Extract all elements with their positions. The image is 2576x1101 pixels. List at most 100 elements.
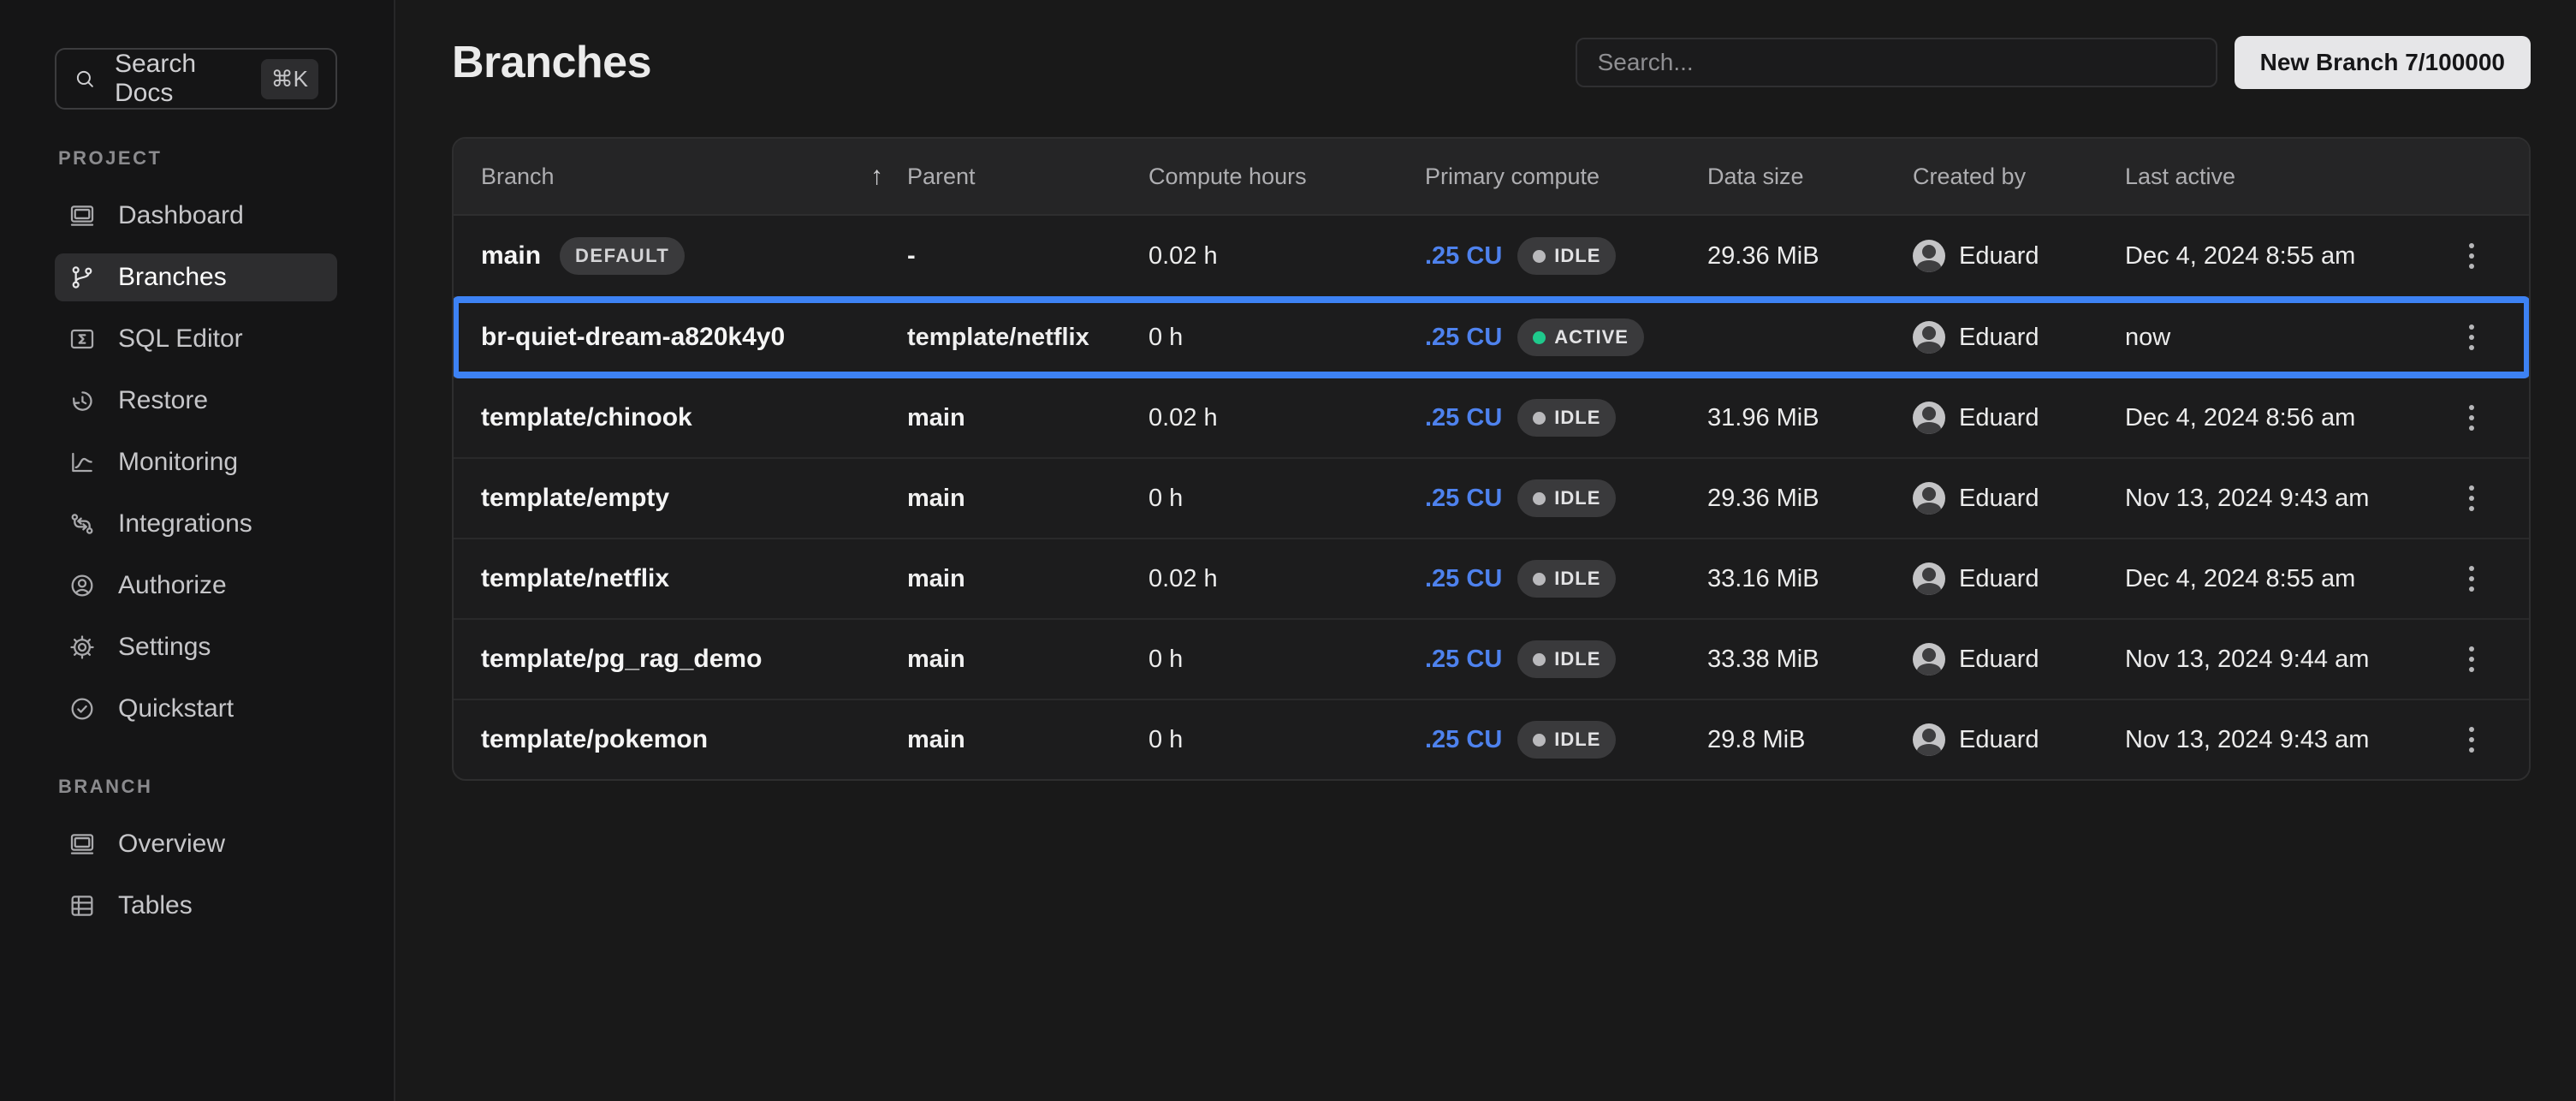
sidebar-item-integrations[interactable]: Integrations xyxy=(55,500,337,548)
kebab-menu-icon[interactable] xyxy=(2462,236,2481,276)
column-header-compute-hours[interactable]: Compute hours xyxy=(1149,164,1425,190)
data-size: 29.36 MiB xyxy=(1707,485,1913,513)
table-row[interactable]: template/pg_rag_demo main 0 h .25 CU IDL… xyxy=(454,618,2529,699)
kebab-menu-icon[interactable] xyxy=(2462,559,2481,598)
compute-hours: 0.02 h xyxy=(1149,242,1425,271)
sidebar-item-label: Overview xyxy=(118,830,225,859)
table-row[interactable]: template/empty main 0 h .25 CU IDLE 29.3… xyxy=(454,457,2529,538)
git-branch-icon xyxy=(68,264,96,291)
sidebar-item-label: Restore xyxy=(118,386,208,415)
status-label: IDLE xyxy=(1554,407,1600,429)
sidebar-item-label: Branches xyxy=(118,263,227,292)
created-by: Eduard xyxy=(1959,485,2039,513)
status-dot-icon xyxy=(1533,331,1546,344)
table-row[interactable]: br-quiet-dream-a820k4y0 template/netflix… xyxy=(454,296,2529,377)
avatar xyxy=(1913,723,1945,756)
column-header-parent[interactable]: Parent xyxy=(907,164,1149,190)
table-row[interactable]: main DEFAULT - 0.02 h .25 CU IDLE 29.36 … xyxy=(454,216,2529,296)
avatar xyxy=(1913,321,1945,354)
kebab-menu-icon[interactable] xyxy=(2462,640,2481,679)
sidebar-item-tables[interactable]: Tables xyxy=(55,882,337,930)
created-by: Eduard xyxy=(1959,242,2039,271)
table-row[interactable]: template/chinook main 0.02 h .25 CU IDLE… xyxy=(454,377,2529,457)
history-clock-icon xyxy=(68,387,96,414)
status-badge: IDLE xyxy=(1517,721,1616,759)
gear-icon xyxy=(68,634,96,661)
main-content: Branches New Branch 7/100000 Branch ↑ Pa… xyxy=(395,0,2576,1101)
status-badge: IDLE xyxy=(1517,640,1616,678)
kebab-menu-icon[interactable] xyxy=(2462,318,2481,357)
new-branch-button[interactable]: New Branch 7/100000 xyxy=(2235,36,2531,89)
status-label: IDLE xyxy=(1554,568,1600,590)
search-docs-shortcut: ⌘K xyxy=(261,59,318,99)
compute-size-link[interactable]: .25 CU xyxy=(1425,726,1502,754)
compute-hours: 0 h xyxy=(1149,726,1425,754)
last-active: Nov 13, 2024 9:43 am xyxy=(2125,726,2442,754)
created-by: Eduard xyxy=(1959,324,2039,352)
column-header-created-by[interactable]: Created by xyxy=(1913,164,2125,190)
sidebar-item-settings[interactable]: Settings xyxy=(55,623,337,671)
sidebar-item-sql-editor[interactable]: SQL Editor xyxy=(55,315,337,363)
parent-branch: - xyxy=(907,242,1149,271)
sidebar-item-label: Authorize xyxy=(118,571,227,600)
search-docs-button[interactable]: Search Docs ⌘K xyxy=(55,48,337,110)
status-badge: IDLE xyxy=(1517,237,1616,275)
sidebar-item-quickstart[interactable]: Quickstart xyxy=(55,685,337,733)
sql-editor-icon xyxy=(68,325,96,353)
avatar xyxy=(1913,562,1945,595)
status-badge: IDLE xyxy=(1517,479,1616,517)
compute-size-link[interactable]: .25 CU xyxy=(1425,565,1502,593)
dashboard-icon xyxy=(68,202,96,229)
compute-hours: 0.02 h xyxy=(1149,404,1425,432)
column-header-primary-compute[interactable]: Primary compute xyxy=(1425,164,1707,190)
branch-name: template/empty xyxy=(481,484,669,513)
sort-ascending-icon[interactable]: ↑ xyxy=(870,162,883,191)
column-header-last-active[interactable]: Last active xyxy=(2125,164,2442,190)
compute-size-link[interactable]: .25 CU xyxy=(1425,324,1502,352)
branches-table: Branch ↑ Parent Compute hours Primary co… xyxy=(452,137,2531,781)
table-row[interactable]: template/netflix main 0.02 h .25 CU IDLE… xyxy=(454,538,2529,618)
last-active: Nov 13, 2024 9:44 am xyxy=(2125,646,2442,674)
status-dot-icon xyxy=(1533,653,1546,666)
compute-size-link[interactable]: .25 CU xyxy=(1425,404,1502,432)
page-title: Branches xyxy=(452,37,651,88)
integrations-icon xyxy=(68,510,96,538)
compute-hours: 0 h xyxy=(1149,324,1425,352)
last-active: Dec 4, 2024 8:56 am xyxy=(2125,404,2442,432)
last-active: Dec 4, 2024 8:55 am xyxy=(2125,242,2442,271)
data-size: 29.8 MiB xyxy=(1707,726,1913,754)
column-header-branch[interactable]: Branch xyxy=(481,164,555,190)
status-dot-icon xyxy=(1533,412,1546,425)
sidebar-item-branches[interactable]: Branches xyxy=(55,253,337,301)
overview-icon xyxy=(68,830,96,858)
sidebar-section-branch: BRANCH xyxy=(58,776,394,798)
data-size: 33.38 MiB xyxy=(1707,646,1913,674)
compute-size-link[interactable]: .25 CU xyxy=(1425,485,1502,513)
compute-size-link[interactable]: .25 CU xyxy=(1425,646,1502,674)
sidebar-item-authorize[interactable]: Authorize xyxy=(55,562,337,610)
user-circle-icon xyxy=(68,572,96,599)
sidebar-item-restore[interactable]: Restore xyxy=(55,377,337,425)
branch-search-input[interactable] xyxy=(1576,38,2217,87)
status-badge: ACTIVE xyxy=(1517,318,1644,356)
data-size: 31.96 MiB xyxy=(1707,404,1913,432)
avatar xyxy=(1913,402,1945,434)
kebab-menu-icon[interactable] xyxy=(2462,720,2481,759)
sidebar-item-dashboard[interactable]: Dashboard xyxy=(55,192,337,240)
status-dot-icon xyxy=(1533,492,1546,505)
last-active: Dec 4, 2024 8:55 am xyxy=(2125,565,2442,593)
sidebar-item-overview[interactable]: Overview xyxy=(55,820,337,868)
avatar xyxy=(1913,643,1945,675)
kebab-menu-icon[interactable] xyxy=(2462,479,2481,518)
status-label: IDLE xyxy=(1554,487,1600,509)
sidebar-item-label: Settings xyxy=(118,633,211,662)
compute-hours: 0 h xyxy=(1149,485,1425,513)
compute-size-link[interactable]: .25 CU xyxy=(1425,242,1502,271)
search-icon xyxy=(74,66,96,92)
column-header-data-size[interactable]: Data size xyxy=(1707,164,1913,190)
parent-branch: main xyxy=(907,404,1149,432)
sidebar-item-monitoring[interactable]: Monitoring xyxy=(55,438,337,486)
created-by: Eduard xyxy=(1959,404,2039,432)
kebab-menu-icon[interactable] xyxy=(2462,398,2481,437)
table-row[interactable]: template/pokemon main 0 h .25 CU IDLE 29… xyxy=(454,699,2529,779)
